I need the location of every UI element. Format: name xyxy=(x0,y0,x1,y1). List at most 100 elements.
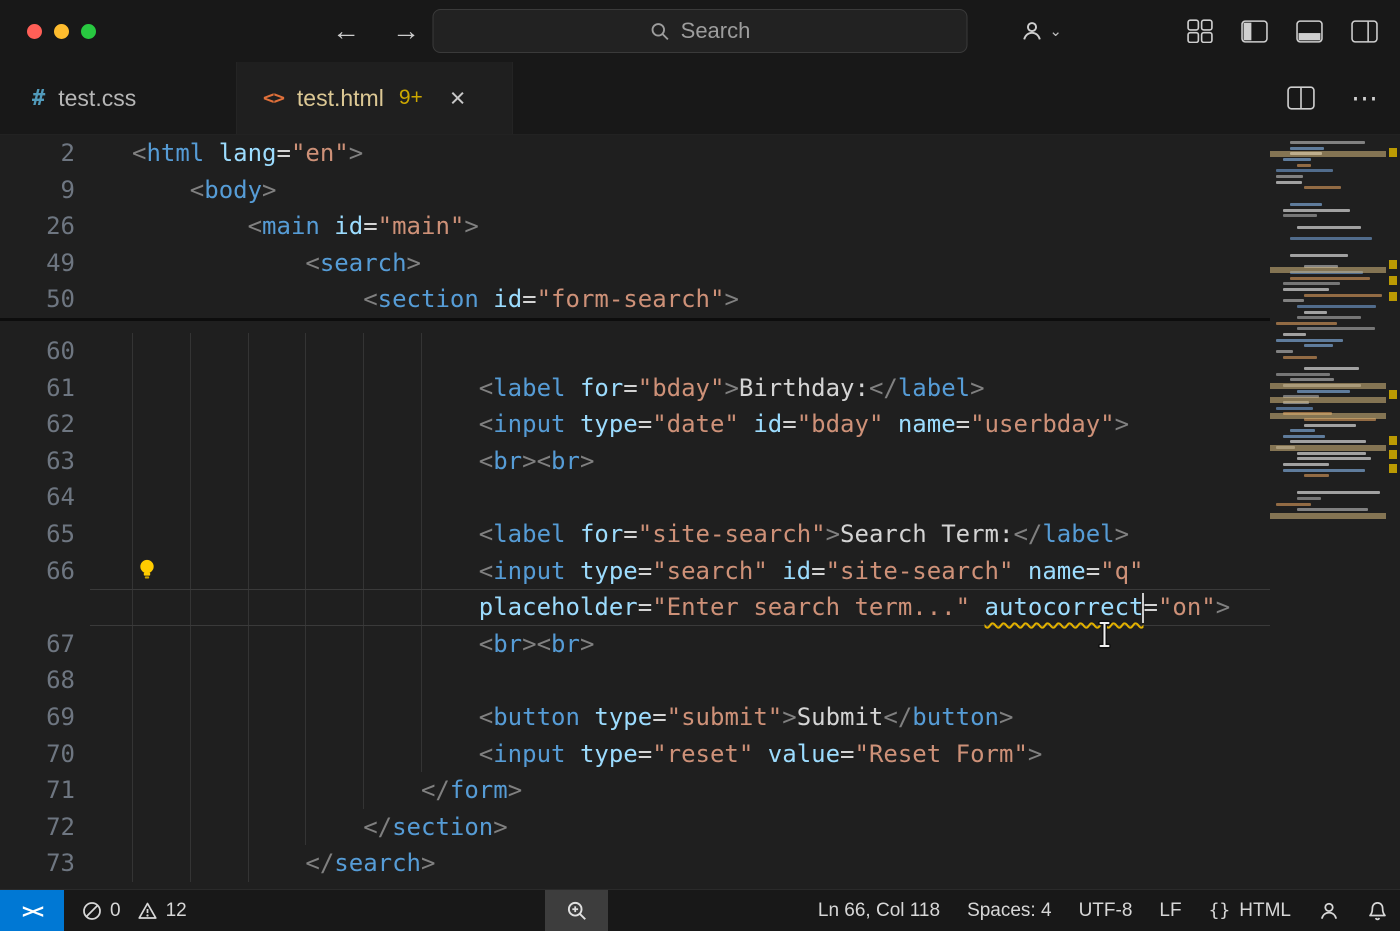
code-line-wrap[interactable]: placeholder="Enter search term..." autoc… xyxy=(0,589,1270,626)
tab-test-css[interactable]: # test.css xyxy=(0,62,237,134)
code-line[interactable]: 64 xyxy=(0,479,1270,516)
line-number[interactable]: 70 xyxy=(0,736,90,773)
code-token: for xyxy=(580,374,623,402)
close-tab-icon[interactable]: × xyxy=(450,85,466,112)
code-token xyxy=(132,410,479,438)
remote-indicator[interactable]: >< xyxy=(0,890,64,931)
split-editor-icon[interactable] xyxy=(1287,86,1315,110)
close-window-button[interactable] xyxy=(27,24,42,39)
overview-ruler-mark xyxy=(1389,436,1397,445)
code-token xyxy=(768,557,782,585)
toggle-sidebar-left-icon[interactable] xyxy=(1241,20,1268,43)
warning-count: 12 xyxy=(166,900,187,922)
accounts-menu[interactable]: ⌄ xyxy=(1020,0,1062,62)
minimap-line xyxy=(1276,322,1337,325)
code-token: > xyxy=(421,849,435,877)
code-line[interactable]: 69 <button type="submit">Submit</button> xyxy=(0,699,1270,736)
line-number[interactable]: 2 xyxy=(0,135,90,172)
code-token: "search" xyxy=(652,557,768,585)
line-number[interactable]: 69 xyxy=(0,699,90,736)
search-box[interactable]: Search xyxy=(433,9,968,53)
minimap-highlight xyxy=(1270,397,1386,403)
zoom-status-button[interactable] xyxy=(545,890,608,931)
code-line[interactable]: 67 <br><br> xyxy=(0,626,1270,663)
minimap-line xyxy=(1297,316,1361,319)
minimap[interactable] xyxy=(1270,135,1386,889)
code-token: = xyxy=(811,557,825,585)
code-token: = xyxy=(623,520,637,548)
line-number[interactable] xyxy=(0,589,90,626)
eol-status[interactable]: LF xyxy=(1159,900,1181,922)
tab-test-html[interactable]: <> test.html 9+ × xyxy=(237,62,513,134)
line-number[interactable]: 50 xyxy=(0,281,90,318)
cursor-position-status[interactable]: Ln 66, Col 118 xyxy=(818,900,940,922)
accounts-status-icon[interactable] xyxy=(1318,900,1340,922)
line-number[interactable]: 60 xyxy=(0,333,90,370)
code-area[interactable]: 6061 <label for="bday">Birthday:</label>… xyxy=(0,333,1270,882)
line-number[interactable]: 64 xyxy=(0,479,90,516)
more-actions-icon[interactable]: ⋯ xyxy=(1351,83,1380,114)
encoding-status[interactable]: UTF-8 xyxy=(1079,900,1133,922)
customize-layout-icon[interactable] xyxy=(1187,19,1213,43)
minimap-line xyxy=(1290,254,1348,257)
forward-button[interactable]: → xyxy=(392,15,420,47)
back-button[interactable]: ← xyxy=(332,15,360,47)
code-line[interactable]: 49 <search> xyxy=(0,245,1270,282)
line-number[interactable]: 65 xyxy=(0,516,90,553)
code-line[interactable]: 63 <br><br> xyxy=(0,443,1270,480)
code-token: = xyxy=(638,593,652,621)
line-number[interactable]: 71 xyxy=(0,772,90,809)
code-line[interactable]: 66 <input type="search" id="site-search"… xyxy=(0,553,1270,590)
tab-label: test.css xyxy=(58,85,136,112)
editor[interactable]: 6061 <label for="bday">Birthday:</label>… xyxy=(0,135,1400,889)
minimize-window-button[interactable] xyxy=(54,24,69,39)
code-token: "date" xyxy=(652,410,739,438)
code-line[interactable]: 73 </search> xyxy=(0,845,1270,882)
code-line[interactable]: 61 <label for="bday">Birthday:</label> xyxy=(0,370,1270,407)
lightbulb-icon[interactable] xyxy=(136,558,158,582)
line-number[interactable]: 72 xyxy=(0,809,90,846)
line-number[interactable]: 68 xyxy=(0,662,90,699)
zoom-window-button[interactable] xyxy=(81,24,96,39)
code-line[interactable]: 26 <main id="main"> xyxy=(0,208,1270,245)
line-number[interactable]: 62 xyxy=(0,406,90,443)
code-line[interactable]: 2<html lang="en"> xyxy=(0,135,1270,172)
toggle-sidebar-right-icon[interactable] xyxy=(1351,20,1378,43)
minimap-line xyxy=(1297,508,1368,511)
line-number[interactable]: 63 xyxy=(0,443,90,480)
code-line[interactable]: 9 <body> xyxy=(0,172,1270,209)
indentation-status[interactable]: Spaces: 4 xyxy=(967,900,1052,922)
code-token: > xyxy=(349,139,363,167)
line-number[interactable]: 67 xyxy=(0,626,90,663)
minimap-line xyxy=(1290,277,1370,280)
code-line[interactable]: 65 <label for="site-search">Search Term:… xyxy=(0,516,1270,553)
code-line[interactable]: 50 <section id="form-search"> xyxy=(0,281,1270,318)
code-token xyxy=(565,557,579,585)
line-number[interactable]: 61 xyxy=(0,370,90,407)
code-token: = xyxy=(652,703,666,731)
line-number[interactable]: 26 xyxy=(0,208,90,245)
code-token: "Enter search term..." xyxy=(652,593,970,621)
toggle-panel-bottom-icon[interactable] xyxy=(1296,20,1323,43)
code-line[interactable]: 71 </form> xyxy=(0,772,1270,809)
line-number[interactable]: 66 xyxy=(0,553,90,590)
line-number[interactable]: 73 xyxy=(0,845,90,882)
code-line[interactable]: 60 xyxy=(0,333,1270,370)
code-token: = xyxy=(638,410,652,438)
overview-ruler-mark xyxy=(1389,260,1397,269)
language-status[interactable]: {} HTML xyxy=(1209,900,1291,922)
line-number[interactable]: 9 xyxy=(0,172,90,209)
minimap-line xyxy=(1290,237,1372,240)
code-line[interactable]: 62 <input type="date" id="bday" name="us… xyxy=(0,406,1270,443)
line-number[interactable]: 49 xyxy=(0,245,90,282)
code-token: < xyxy=(248,212,262,240)
notifications-bell-icon[interactable] xyxy=(1367,900,1388,922)
code-line[interactable]: 68 xyxy=(0,662,1270,699)
code-token: type xyxy=(580,557,638,585)
problems-status[interactable]: 0 12 xyxy=(82,900,187,922)
code-line[interactable]: 70 <input type="reset" value="Reset Form… xyxy=(0,736,1270,773)
sticky-scroll[interactable]: 2<html lang="en">9 <body>26 <main id="ma… xyxy=(0,135,1270,321)
code-line[interactable]: 72 </section> xyxy=(0,809,1270,846)
code-token: name xyxy=(898,410,956,438)
line-content: <main id="main"> xyxy=(90,208,1270,245)
